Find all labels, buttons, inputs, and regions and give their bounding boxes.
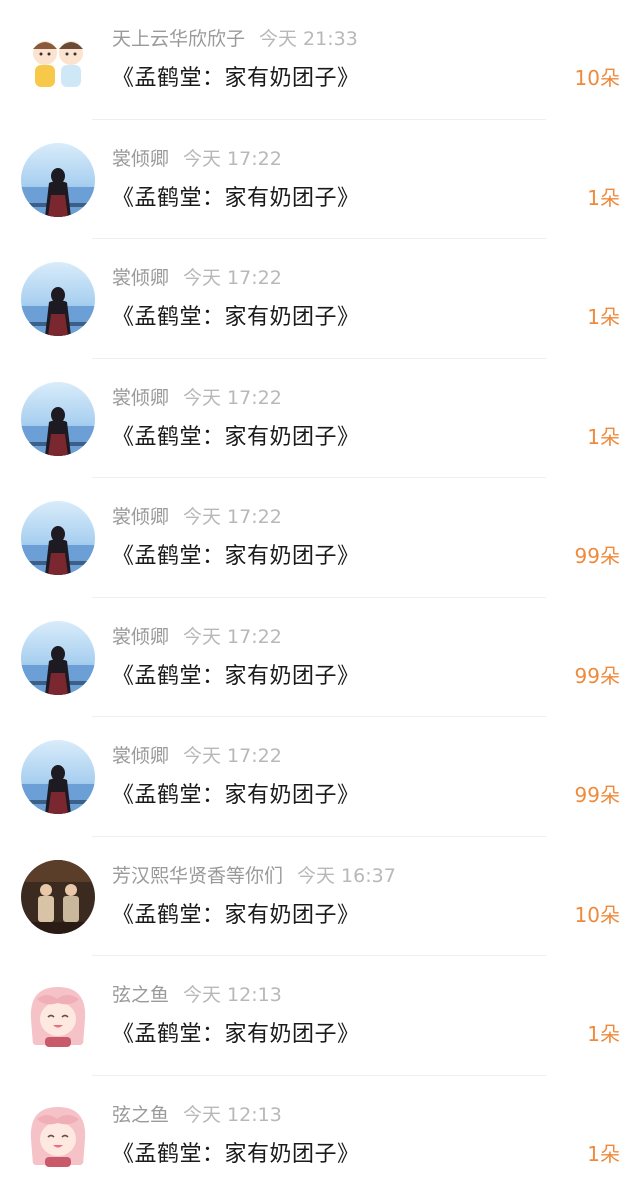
list-item[interactable]: 弦之鱼今天 12:13 《孟鹤堂：家有奶团子》 1朵 bbox=[0, 956, 640, 1076]
avatar-cartoon-boys[interactable] bbox=[21, 23, 95, 97]
gift-title: 《孟鹤堂：家有奶团子》 bbox=[112, 897, 360, 929]
avatar-sea-silhouette[interactable] bbox=[21, 621, 95, 695]
flower-count: 99朵 bbox=[575, 660, 620, 689]
flower-count: 1朵 bbox=[587, 182, 620, 211]
timestamp: 今天 17:22 bbox=[183, 387, 282, 409]
list-item[interactable]: 芳汉熙华贤香等你们今天 16:37 《孟鹤堂：家有奶团子》 10朵 bbox=[0, 837, 640, 957]
flower-count: 1朵 bbox=[587, 301, 620, 330]
avatar-anime-girl[interactable] bbox=[21, 979, 95, 1053]
timestamp: 今天 12:13 bbox=[183, 1104, 282, 1126]
user-name[interactable]: 裳倾卿 bbox=[112, 506, 169, 528]
user-name[interactable]: 弦之鱼 bbox=[112, 1104, 169, 1126]
gift-title: 《孟鹤堂：家有奶团子》 bbox=[112, 538, 360, 570]
gift-title: 《孟鹤堂：家有奶团子》 bbox=[112, 777, 360, 809]
list-item[interactable]: 裳倾卿今天 17:22 《孟鹤堂：家有奶团子》 1朵 bbox=[0, 359, 640, 479]
list-item[interactable]: 弦之鱼今天 12:13 《孟鹤堂：家有奶团子》 1朵 bbox=[0, 1076, 640, 1195]
list-item[interactable]: 裳倾卿今天 17:22 《孟鹤堂：家有奶团子》 99朵 bbox=[0, 598, 640, 718]
item-meta: 裳倾卿今天 17:22 bbox=[112, 263, 282, 290]
timestamp: 今天 17:22 bbox=[183, 506, 282, 528]
user-name[interactable]: 裳倾卿 bbox=[112, 387, 169, 409]
user-name[interactable]: 裳倾卿 bbox=[112, 626, 169, 648]
user-name[interactable]: 天上云华欣欣子 bbox=[112, 28, 245, 50]
user-name[interactable]: 裳倾卿 bbox=[112, 267, 169, 289]
list-item[interactable]: 天上云华欣欣子今天 21:33 《孟鹤堂：家有奶团子》 10朵 bbox=[0, 0, 640, 120]
gift-list: 天上云华欣欣子今天 21:33 《孟鹤堂：家有奶团子》 10朵 裳倾卿今天 17… bbox=[0, 0, 640, 1195]
avatar-sea-silhouette[interactable] bbox=[21, 262, 95, 336]
gift-title: 《孟鹤堂：家有奶团子》 bbox=[112, 180, 360, 212]
item-meta: 天上云华欣欣子今天 21:33 bbox=[112, 24, 358, 51]
flower-count: 99朵 bbox=[575, 779, 620, 808]
user-name[interactable]: 裳倾卿 bbox=[112, 148, 169, 170]
item-meta: 裳倾卿今天 17:22 bbox=[112, 622, 282, 649]
flower-count: 1朵 bbox=[587, 1138, 620, 1167]
list-item[interactable]: 裳倾卿今天 17:22 《孟鹤堂：家有奶团子》 99朵 bbox=[0, 478, 640, 598]
flower-count: 1朵 bbox=[587, 421, 620, 450]
item-meta: 裳倾卿今天 17:22 bbox=[112, 144, 282, 171]
list-item[interactable]: 裳倾卿今天 17:22 《孟鹤堂：家有奶团子》 99朵 bbox=[0, 717, 640, 837]
user-name[interactable]: 芳汉熙华贤香等你们 bbox=[112, 865, 283, 887]
flower-count: 1朵 bbox=[587, 1018, 620, 1047]
flower-count: 99朵 bbox=[575, 540, 620, 569]
avatar-sea-silhouette[interactable] bbox=[21, 382, 95, 456]
avatar-sea-silhouette[interactable] bbox=[21, 501, 95, 575]
timestamp: 今天 16:37 bbox=[297, 865, 396, 887]
timestamp: 今天 17:22 bbox=[183, 148, 282, 170]
timestamp: 今天 17:22 bbox=[183, 267, 282, 289]
list-item[interactable]: 裳倾卿今天 17:22 《孟鹤堂：家有奶团子》 1朵 bbox=[0, 239, 640, 359]
flower-count: 10朵 bbox=[575, 62, 620, 91]
item-meta: 裳倾卿今天 17:22 bbox=[112, 502, 282, 529]
timestamp: 今天 12:13 bbox=[183, 984, 282, 1006]
list-item[interactable]: 裳倾卿今天 17:22 《孟鹤堂：家有奶团子》 1朵 bbox=[0, 120, 640, 240]
gift-title: 《孟鹤堂：家有奶团子》 bbox=[112, 419, 360, 451]
avatar-sea-silhouette[interactable] bbox=[21, 143, 95, 217]
item-meta: 裳倾卿今天 17:22 bbox=[112, 741, 282, 768]
gift-title: 《孟鹤堂：家有奶团子》 bbox=[112, 299, 360, 331]
avatar-anime-girl[interactable] bbox=[21, 1099, 95, 1173]
avatar-stage-performers[interactable] bbox=[21, 860, 95, 934]
avatar-sea-silhouette[interactable] bbox=[21, 740, 95, 814]
timestamp: 今天 17:22 bbox=[183, 745, 282, 767]
item-meta: 裳倾卿今天 17:22 bbox=[112, 383, 282, 410]
gift-title: 《孟鹤堂：家有奶团子》 bbox=[112, 658, 360, 690]
item-meta: 弦之鱼今天 12:13 bbox=[112, 980, 282, 1007]
gift-title: 《孟鹤堂：家有奶团子》 bbox=[112, 1136, 360, 1168]
item-meta: 芳汉熙华贤香等你们今天 16:37 bbox=[112, 861, 396, 888]
flower-count: 10朵 bbox=[575, 899, 620, 928]
item-meta: 弦之鱼今天 12:13 bbox=[112, 1100, 282, 1127]
gift-title: 《孟鹤堂：家有奶团子》 bbox=[112, 1016, 360, 1048]
timestamp: 今天 21:33 bbox=[259, 28, 358, 50]
gift-title: 《孟鹤堂：家有奶团子》 bbox=[112, 60, 360, 92]
user-name[interactable]: 弦之鱼 bbox=[112, 984, 169, 1006]
user-name[interactable]: 裳倾卿 bbox=[112, 745, 169, 767]
timestamp: 今天 17:22 bbox=[183, 626, 282, 648]
